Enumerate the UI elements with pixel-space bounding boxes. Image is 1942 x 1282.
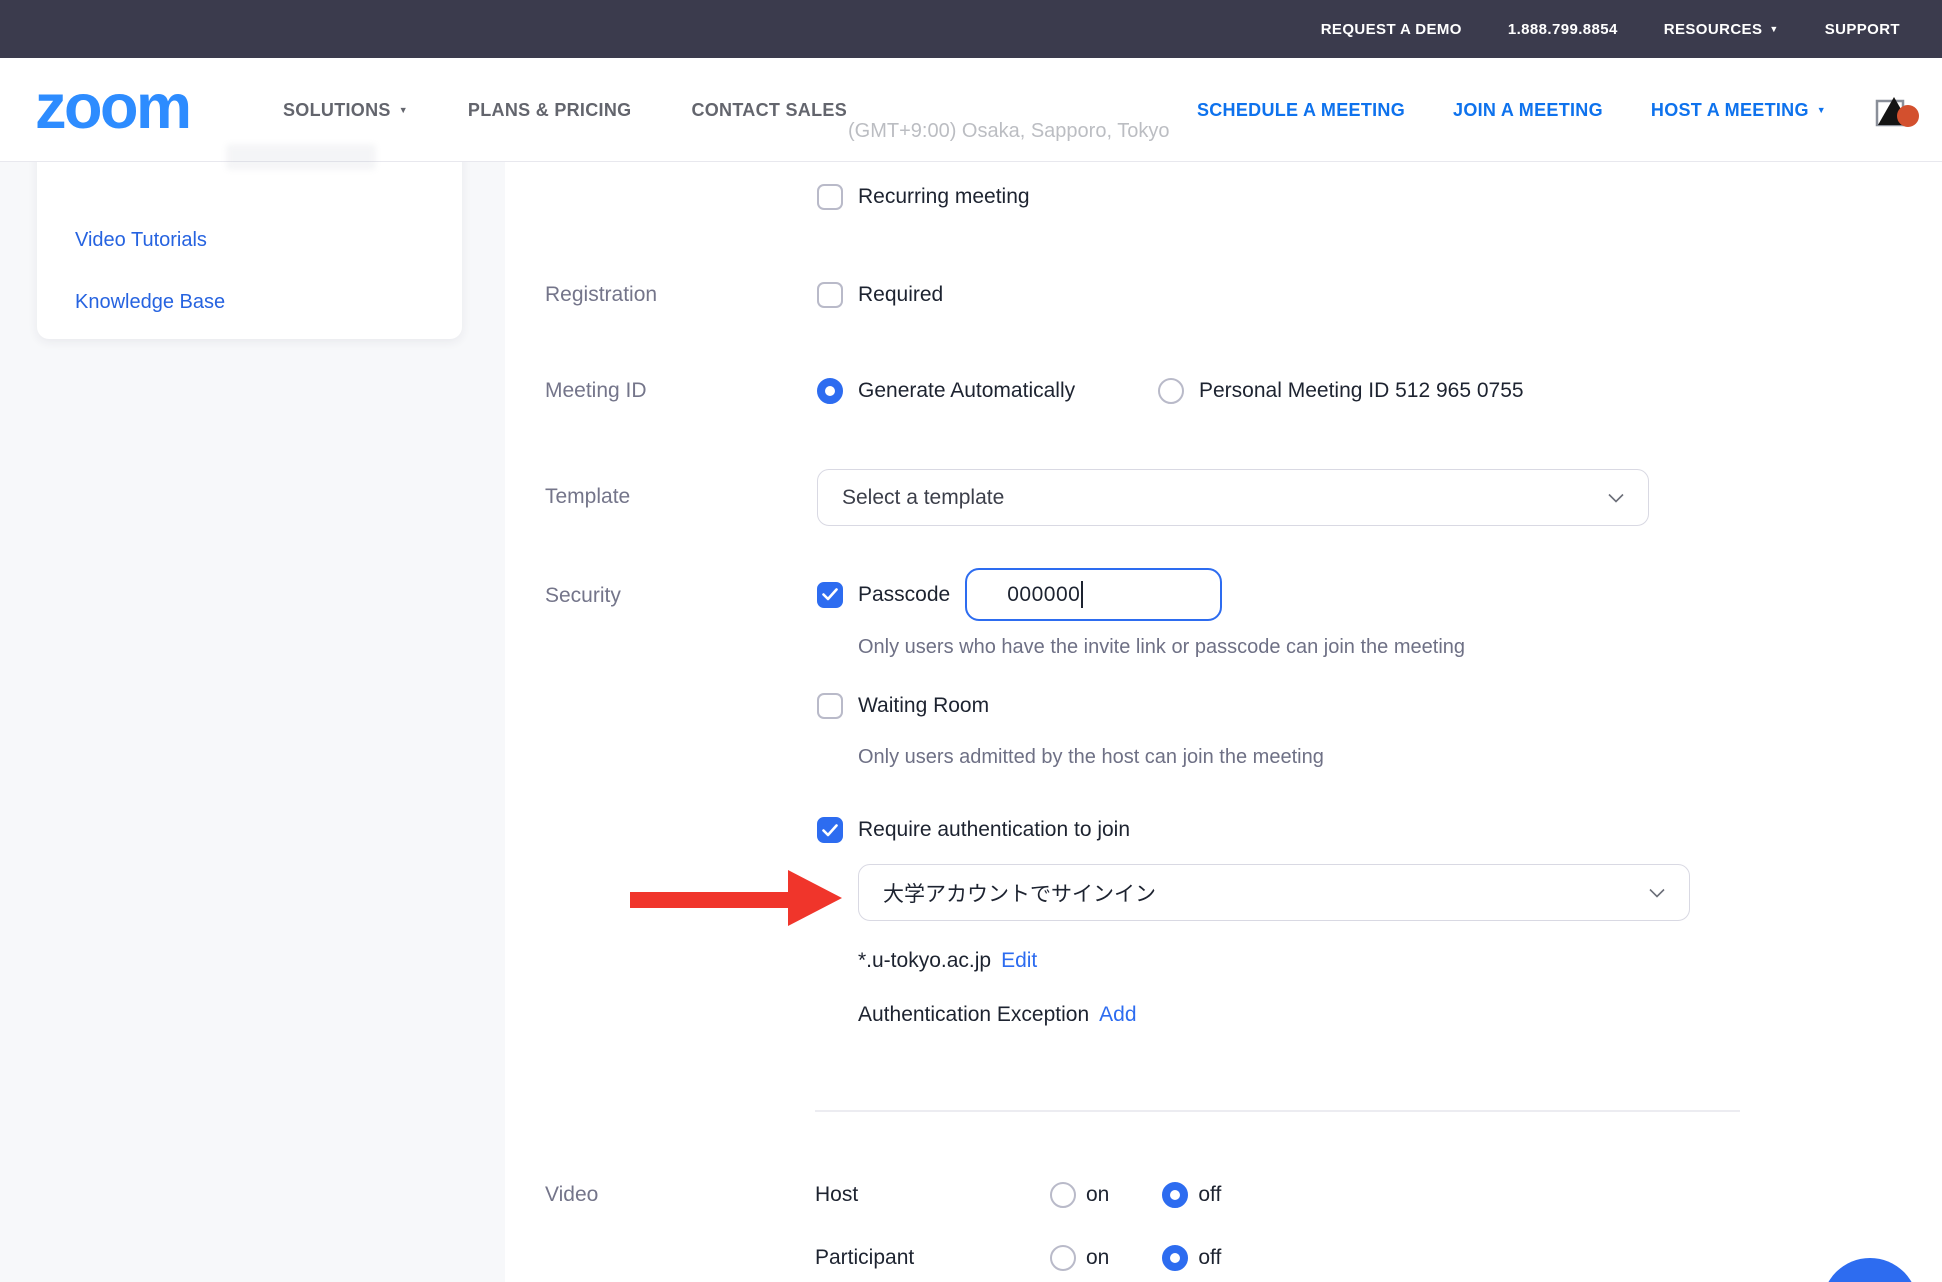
meeting-id-section-label: Meeting ID	[545, 379, 647, 403]
section-divider	[815, 1110, 1740, 1112]
waiting-room-checkbox[interactable]	[817, 693, 843, 719]
meeting-id-personal-row: Personal Meeting ID 512 965 0755	[1158, 378, 1524, 404]
zoom-schedule-meeting-page: REQUEST A DEMO 1.888.799.8854 RESOURCES …	[0, 0, 1942, 1282]
passcode-help-text: Only users who have the invite link or p…	[858, 636, 1465, 659]
host-video-on-radio[interactable]	[1050, 1182, 1076, 1208]
personal-meeting-id-radio[interactable]	[1158, 378, 1184, 404]
schedule-a-meeting-link[interactable]: SCHEDULE A MEETING	[1197, 100, 1405, 121]
video-participant-label: Participant	[815, 1246, 1050, 1270]
auth-method-value: 大学アカウントでサインイン	[883, 878, 1156, 908]
host-a-meeting-label: HOST A MEETING	[1651, 100, 1809, 121]
waiting-room-row: Waiting Room	[817, 693, 989, 719]
waiting-room-help-text: Only users admitted by the host can join…	[858, 746, 1324, 769]
require-auth-label[interactable]: Require authentication to join	[858, 818, 1130, 842]
video-host-row: Host on off	[815, 1182, 1221, 1208]
video-host-label: Host	[815, 1183, 1050, 1207]
generate-automatically-radio[interactable]	[817, 378, 843, 404]
template-select[interactable]: Select a template	[817, 469, 1649, 526]
require-auth-row: Require authentication to join	[817, 817, 1130, 843]
zoom-logo[interactable]: zoom	[35, 75, 189, 138]
resources-label: RESOURCES	[1664, 21, 1763, 38]
video-participant-row: Participant on off	[815, 1245, 1221, 1271]
request-demo-link[interactable]: REQUEST A DEMO	[1321, 21, 1462, 38]
checkmark-icon	[822, 824, 838, 837]
host-a-meeting-menu[interactable]: HOST A MEETING ▼	[1651, 100, 1826, 121]
participant-video-off-label[interactable]: off	[1198, 1246, 1221, 1270]
personal-meeting-id-label[interactable]: Personal Meeting ID 512 965 0755	[1199, 379, 1524, 403]
registration-required-row: Required	[817, 282, 943, 308]
registration-required-checkbox[interactable]	[817, 282, 843, 308]
host-video-on-label[interactable]: on	[1086, 1183, 1109, 1207]
auth-exception-add-link[interactable]: Add	[1099, 1003, 1136, 1027]
top-utility-bar: REQUEST A DEMO 1.888.799.8854 RESOURCES …	[0, 0, 1942, 58]
checkmark-icon	[822, 588, 838, 601]
passcode-row: Passcode 000000	[817, 568, 1222, 621]
chevron-down-icon	[1608, 493, 1624, 503]
auth-method-select[interactable]: 大学アカウントでサインイン	[858, 864, 1690, 921]
passcode-checkbox[interactable]	[817, 582, 843, 608]
host-video-off-radio[interactable]	[1162, 1182, 1188, 1208]
template-section-label: Template	[545, 485, 630, 509]
video-section-label: Video	[545, 1183, 598, 1207]
nav-solutions[interactable]: SOLUTIONS ▼	[283, 100, 408, 121]
profile-avatar[interactable]	[1874, 89, 1920, 131]
require-auth-checkbox[interactable]	[817, 817, 843, 843]
participant-video-off-radio[interactable]	[1162, 1245, 1188, 1271]
waiting-room-label[interactable]: Waiting Room	[858, 694, 989, 718]
passcode-label[interactable]: Passcode	[858, 583, 950, 607]
nav-plans-pricing[interactable]: PLANS & PRICING	[468, 100, 632, 121]
auth-domain-line: *.u-tokyo.ac.jp Edit	[858, 949, 1037, 973]
host-video-off-label[interactable]: off	[1198, 1183, 1221, 1207]
passcode-input[interactable]: 000000	[965, 568, 1222, 621]
help-chat-button[interactable]	[1822, 1258, 1918, 1282]
recurring-meeting-label[interactable]: Recurring meeting	[858, 185, 1030, 209]
recurring-meeting-row: Recurring meeting	[817, 184, 1030, 210]
resources-menu[interactable]: RESOURCES ▼	[1664, 21, 1779, 38]
participant-video-on-radio[interactable]	[1050, 1245, 1076, 1271]
security-section-label: Security	[545, 584, 621, 608]
main-nav: SOLUTIONS ▼ PLANS & PRICING CONTACT SALE…	[283, 58, 847, 162]
registration-required-label[interactable]: Required	[858, 283, 943, 307]
auth-domain-value: *.u-tokyo.ac.jp	[858, 949, 991, 973]
nav-solutions-label: SOLUTIONS	[283, 100, 391, 121]
chevron-down-icon: ▼	[1817, 106, 1826, 115]
sidebar-item-knowledge-base[interactable]: Knowledge Base	[75, 291, 225, 314]
left-background-column: Video Tutorials Knowledge Base	[0, 58, 505, 1282]
nav-contact-sales[interactable]: CONTACT SALES	[691, 100, 847, 121]
support-link[interactable]: SUPPORT	[1825, 21, 1900, 38]
chevron-down-icon: ▼	[399, 106, 408, 115]
participant-video-on-label[interactable]: on	[1086, 1246, 1109, 1270]
join-a-meeting-link[interactable]: JOIN A MEETING	[1453, 100, 1603, 121]
chevron-down-icon: ▼	[1769, 25, 1778, 34]
auth-exception-line: Authentication Exception Add	[858, 1003, 1137, 1027]
passcode-value: 000000	[1007, 583, 1080, 607]
meeting-id-generate-row: Generate Automatically	[817, 378, 1075, 404]
generate-automatically-label[interactable]: Generate Automatically	[858, 379, 1075, 403]
recurring-meeting-checkbox[interactable]	[817, 184, 843, 210]
auth-domain-edit-link[interactable]: Edit	[1001, 949, 1037, 973]
header-actions: SCHEDULE A MEETING JOIN A MEETING HOST A…	[1197, 58, 1920, 162]
red-arrow-annotation	[628, 866, 844, 930]
template-select-value: Select a template	[842, 486, 1004, 510]
auth-exception-label: Authentication Exception	[858, 1003, 1089, 1027]
sidebar-item-video-tutorials[interactable]: Video Tutorials	[75, 229, 207, 252]
chevron-down-icon	[1649, 888, 1665, 898]
site-header: (GMT+9:00) Osaka, Sapporo, Tokyo zoom SO…	[0, 58, 1942, 162]
registration-section-label: Registration	[545, 283, 657, 307]
text-cursor	[1081, 581, 1083, 608]
phone-number-link[interactable]: 1.888.799.8854	[1508, 21, 1618, 38]
